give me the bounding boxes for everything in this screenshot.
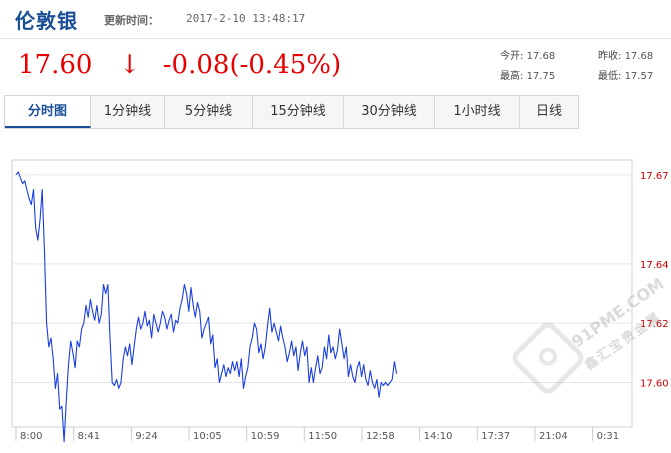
stat-low-value: 17.57 <box>624 71 654 82</box>
x-tick-label: 10:05 <box>193 431 222 442</box>
down-arrow-icon: ↓ <box>118 50 141 80</box>
x-tick-label: 17:37 <box>481 431 510 442</box>
header-bar: 伦敦银 更新时间： 2017-2-10 13:48:17 <box>0 0 671 39</box>
stat-low-label: 最低: <box>598 71 622 82</box>
stat-prev-close-label: 昨收: <box>598 51 622 62</box>
stat-high: 最高: 17.75 <box>500 67 555 82</box>
tab-daily[interactable]: 日线 <box>520 96 578 128</box>
update-time-label: 更新时间： <box>104 14 159 27</box>
stat-prev-close: 昨收: 17.68 <box>598 47 653 62</box>
stat-open-label: 今开: <box>500 51 524 62</box>
current-price: 17.60 <box>18 50 93 80</box>
y-tick-label: 17.62 <box>640 319 669 330</box>
plot-frame <box>11 159 633 428</box>
price-line <box>15 171 398 443</box>
intraday-chart: 17.67 17.64 17.62 17.60 8:00 8:41 9:24 10:05 10:… <box>0 140 671 449</box>
x-tick-label: 11:50 <box>308 431 337 442</box>
instrument-title: 伦敦银 <box>15 9 78 33</box>
x-tick-label: 0:31 <box>597 431 619 442</box>
stat-prev-close-value: 17.68 <box>624 51 654 62</box>
y-tick-label: 17.60 <box>640 379 669 390</box>
x-tick-label: 8:00 <box>20 431 42 442</box>
tab-5min[interactable]: 5分钟线 <box>165 96 253 128</box>
stat-low: 最低: 17.57 <box>598 67 653 82</box>
tab-1hour[interactable]: 1小时线 <box>435 96 520 128</box>
chart-period-tabs: 分时图 1分钟线 5分钟线 15分钟线 30分钟线 1小时线 日线 <box>4 95 579 129</box>
stat-open: 今开: 17.68 <box>500 47 555 62</box>
x-tick-label: 12:58 <box>366 431 395 442</box>
x-tick-label: 8:41 <box>78 431 100 442</box>
price-change: -0.08(-0.45%) <box>162 50 342 80</box>
stat-open-value: 17.68 <box>526 51 556 62</box>
update-time-value: 2017-2-10 13:48:17 <box>186 12 306 25</box>
tab-30min[interactable]: 30分钟线 <box>344 96 435 128</box>
stat-high-label: 最高: <box>500 71 524 82</box>
chart-svg: 17.67 17.64 17.62 17.60 8:00 8:41 9:24 10:05 10:… <box>11 159 669 443</box>
tab-15min[interactable]: 15分钟线 <box>253 96 344 128</box>
y-tick-label: 17.64 <box>640 260 669 271</box>
x-tick-label: 10:59 <box>251 431 280 442</box>
x-tick-label: 21:04 <box>539 431 568 442</box>
tab-1min[interactable]: 1分钟线 <box>91 96 165 128</box>
tab-timeshare[interactable]: 分时图 <box>5 96 91 128</box>
x-tick-label: 9:24 <box>135 431 157 442</box>
stat-high-value: 17.75 <box>526 71 556 82</box>
y-tick-label: 17.67 <box>640 171 669 182</box>
x-tick-label: 14:10 <box>424 431 453 442</box>
quote-row: 17.60 ↓ -0.08(-0.45%) <box>18 50 341 84</box>
